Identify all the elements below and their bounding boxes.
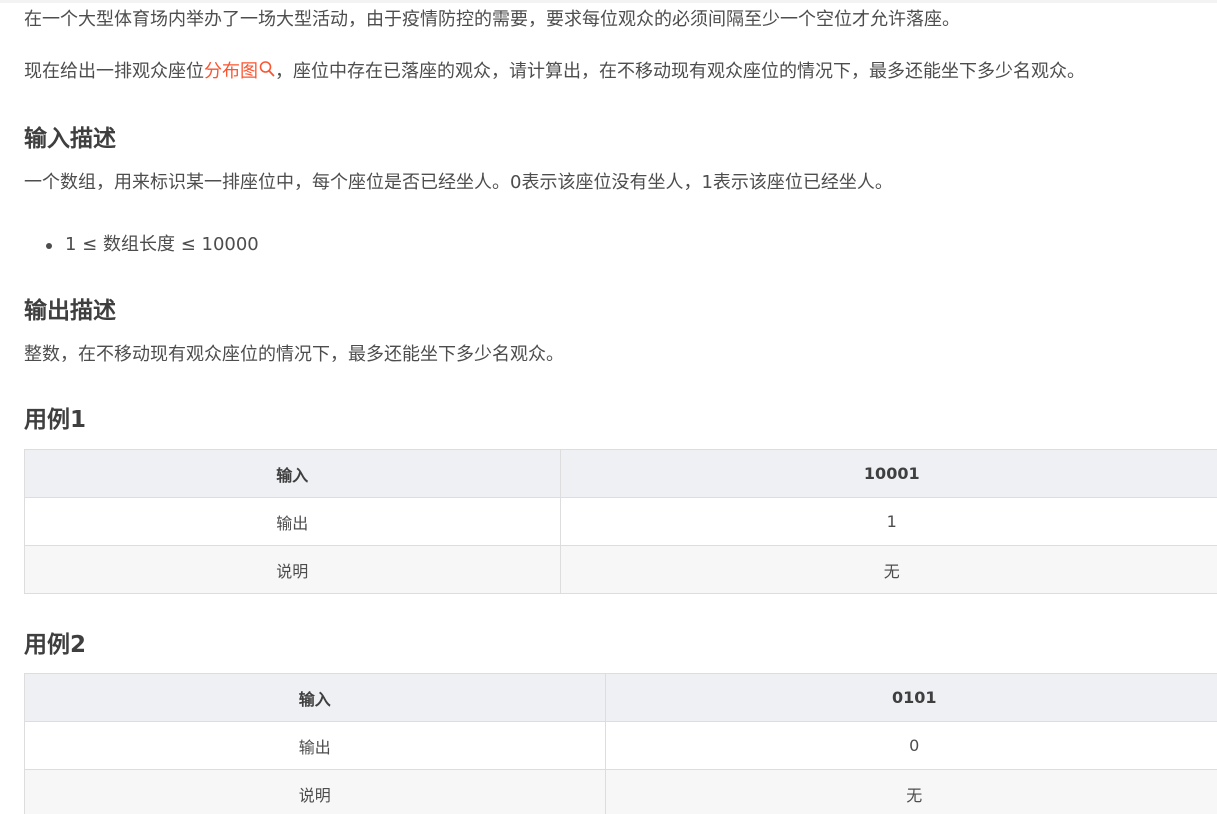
table-cell-value: 1	[559, 497, 1217, 546]
top-divider	[0, 0, 1217, 3]
table-cell-label: 输出	[24, 721, 606, 770]
example-2-heading: 用例2	[24, 632, 87, 658]
table-cell-label: 输入	[24, 673, 606, 722]
example-1-heading: 用例1	[24, 407, 87, 433]
input-constraint-item: 1 ≤ 数组长度 ≤ 10000	[65, 234, 259, 255]
bullet-marker	[46, 243, 52, 249]
table-cell-label: 输入	[24, 449, 561, 498]
table-row: 输入 10001	[24, 449, 1217, 498]
input-description-text: 一个数组，用来标识某一排座位中，每个座位是否已经坐人。0表示该座位没有坐人，1表…	[24, 172, 893, 193]
search-icon	[259, 61, 275, 77]
input-description-heading: 输入描述	[24, 126, 116, 152]
intro-text-after-link: ，座位中存在已落座的观众，请计算出，在不移动现有观众座位的情况下，最多还能坐下多…	[275, 61, 1085, 82]
table-cell-value: 0	[604, 721, 1217, 770]
table-cell-value: 无	[604, 769, 1217, 814]
intro-text-before-link: 现在给出一排观众座位	[24, 61, 204, 82]
example-1-table: 输入 10001 输出 1 说明 无	[24, 449, 1217, 594]
table-row: 说明 无	[24, 769, 1217, 814]
distribution-map-link-label: 分布图	[204, 61, 258, 82]
intro-paragraph-1: 在一个大型体育场内举办了一场大型活动，由于疫情防控的需要，要求每位观众的必须间隔…	[24, 9, 960, 30]
table-row: 说明 无	[24, 545, 1217, 594]
table-cell-value: 0101	[604, 673, 1217, 722]
intro-paragraph-2: 现在给出一排观众座位分布图 ，座位中存在已落座的观众，请计算出，在不移动现有观众座…	[24, 59, 1085, 85]
table-row: 输入 0101	[24, 673, 1217, 722]
table-cell-label: 说明	[24, 545, 561, 594]
table-cell-label: 输出	[24, 497, 561, 546]
table-row: 输出 0	[24, 721, 1217, 770]
distribution-map-link[interactable]: 分布图	[204, 61, 275, 82]
table-cell-value: 10001	[559, 449, 1217, 498]
output-description-heading: 输出描述	[24, 298, 116, 324]
table-cell-label: 说明	[24, 769, 606, 814]
example-2-table: 输入 0101 输出 0 说明 无	[24, 673, 1217, 814]
table-row: 输出 1	[24, 497, 1217, 546]
table-cell-value: 无	[559, 545, 1217, 594]
output-description-text: 整数，在不移动现有观众座位的情况下，最多还能坐下多少名观众。	[24, 344, 564, 365]
